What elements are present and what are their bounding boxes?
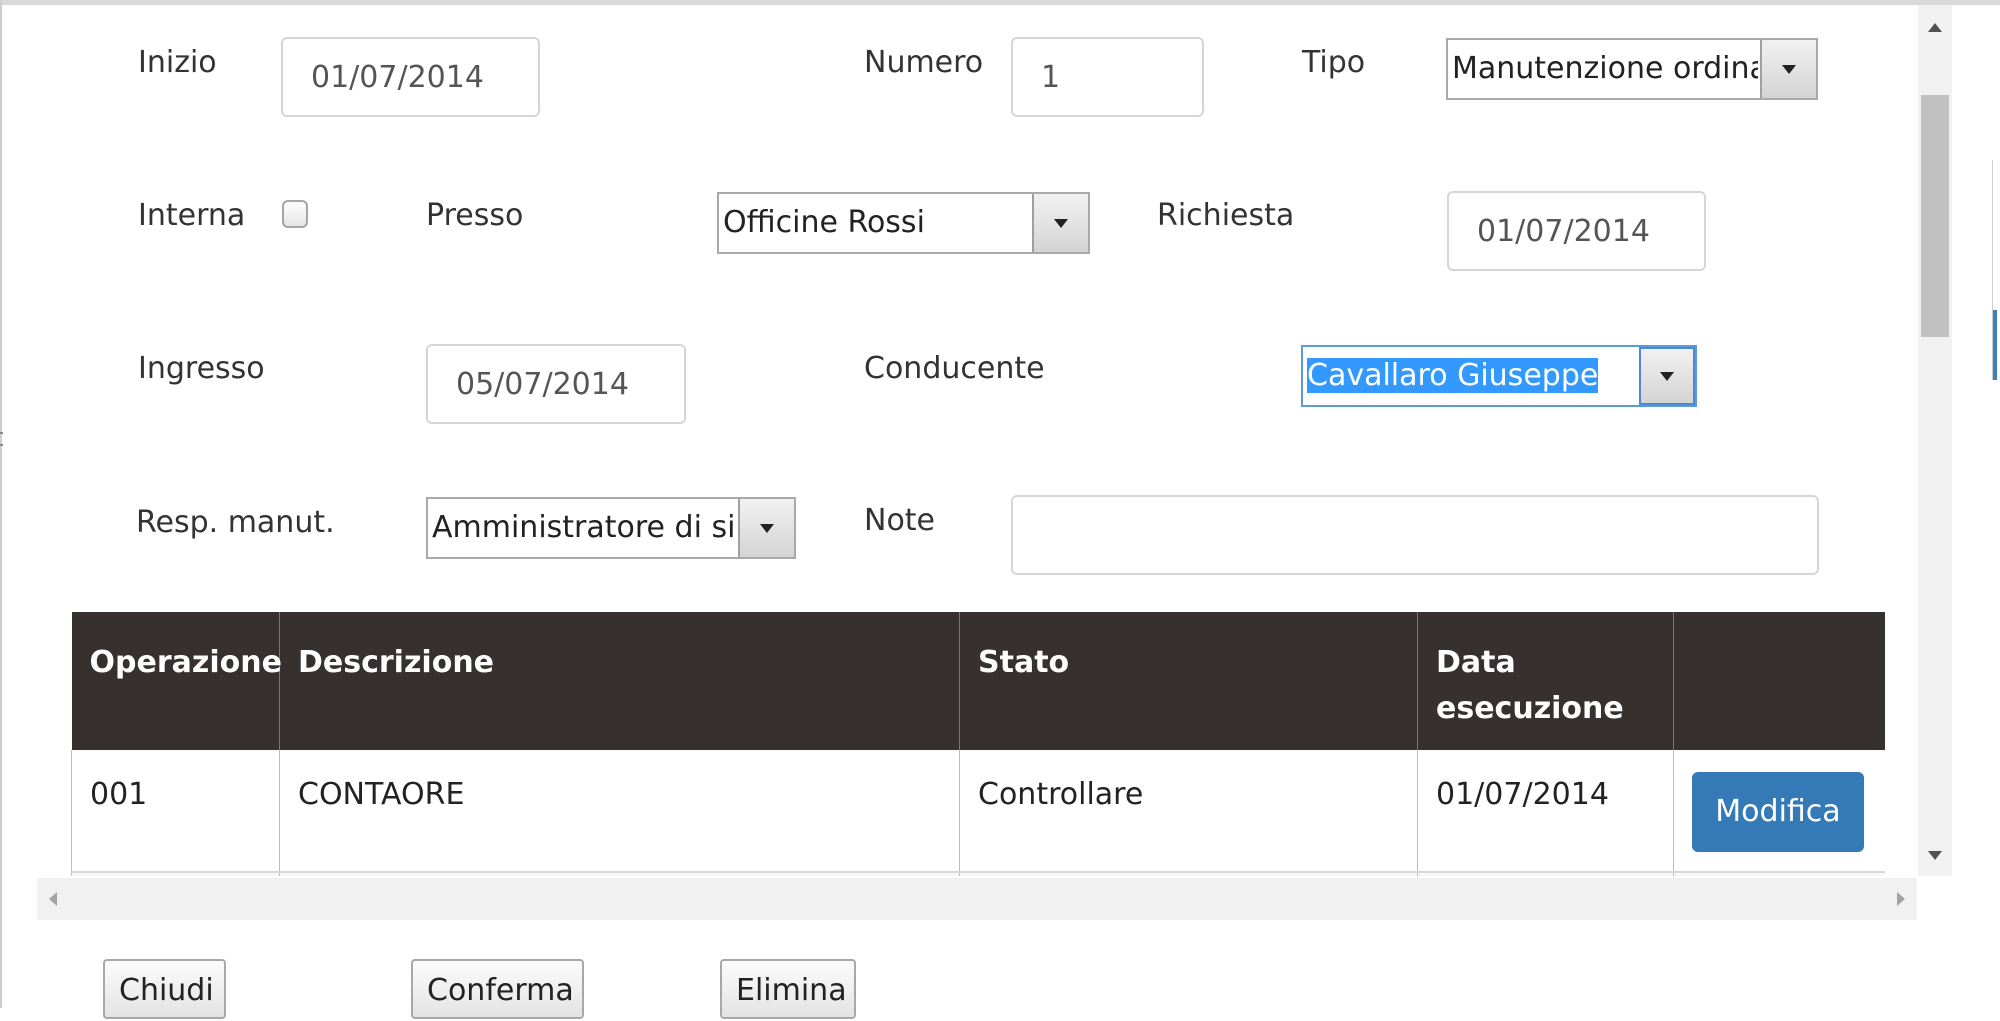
interna-label: Interna <box>138 198 246 233</box>
vertical-scrollbar[interactable] <box>1918 5 1952 876</box>
operations-table: Operazione Descrizione Stato Data esecuz… <box>71 612 1885 876</box>
richiesta-input[interactable]: 01/07/2014 <box>1447 191 1706 271</box>
table-row: 001 CONTAORE Controllare 01/07/2014 Modi… <box>71 750 1885 873</box>
ingresso-label: Ingresso <box>138 351 265 386</box>
ingresso-input[interactable]: 05/07/2014 <box>426 344 686 424</box>
conducente-dropdown-button[interactable] <box>1639 347 1695 405</box>
scrollbar-thumb[interactable] <box>1921 95 1949 337</box>
conducente-select-value: Cavallaro Giuseppe <box>1307 357 1637 395</box>
scroll-left-icon[interactable] <box>49 892 57 906</box>
background-accent <box>1993 310 1997 380</box>
tipo-dropdown-button[interactable] <box>1760 40 1816 98</box>
cell-operazione: 001 <box>71 750 280 873</box>
dropdown-arrow-icon <box>1660 372 1674 381</box>
column-header-operazione: Operazione <box>71 612 282 750</box>
column-header-actions <box>1673 612 1885 750</box>
scroll-right-icon[interactable] <box>1897 892 1905 906</box>
chiudi-button[interactable]: Chiudi <box>103 959 226 1019</box>
operations-table-container: Operazione Descrizione Stato Data esecuz… <box>71 612 1885 876</box>
presso-label: Presso <box>426 198 524 233</box>
cell-action: Modifica <box>1673 750 1885 873</box>
modifica-button[interactable]: Modifica <box>1692 772 1864 852</box>
numero-label: Numero <box>864 45 984 80</box>
richiesta-label: Richiesta <box>1157 198 1295 233</box>
resp-manut-dropdown-button[interactable] <box>738 499 794 557</box>
table-header-row: Operazione Descrizione Stato Data esecuz… <box>71 612 1885 750</box>
resp-manut-select[interactable]: Amministratore di siste <box>426 497 796 559</box>
resp-manut-label: Resp. manut. <box>136 505 335 540</box>
elimina-button[interactable]: Elimina <box>720 959 856 1019</box>
column-header-stato: Stato <box>959 612 1418 750</box>
window-left-border <box>0 0 2 1008</box>
conducente-select[interactable]: Cavallaro Giuseppe <box>1301 345 1697 407</box>
presso-dropdown-button[interactable] <box>1032 194 1088 252</box>
scroll-down-icon[interactable] <box>1928 851 1942 860</box>
inizio-input[interactable]: 01/07/2014 <box>281 37 540 117</box>
dropdown-arrow-icon <box>1782 65 1796 74</box>
conducente-selected-text: Cavallaro Giuseppe <box>1307 358 1599 393</box>
note-textarea[interactable] <box>1011 495 1819 575</box>
interna-checkbox[interactable] <box>282 200 308 228</box>
note-label: Note <box>864 503 936 538</box>
horizontal-scrollbar[interactable] <box>37 878 1917 920</box>
column-header-descrizione: Descrizione <box>279 612 960 750</box>
cell-descrizione: CONTAORE <box>279 750 960 873</box>
window-top-border <box>0 0 2000 5</box>
scroll-up-icon[interactable] <box>1928 23 1942 32</box>
column-header-data-esecuzione: Data esecuzione <box>1417 612 1674 750</box>
inizio-label: Inizio <box>138 45 217 80</box>
background-window-edge <box>1992 160 2000 380</box>
conferma-button[interactable]: Conferma <box>411 959 584 1019</box>
cell-data-esecuzione: 01/07/2014 <box>1417 750 1674 873</box>
table-row-partial <box>71 871 1885 876</box>
cell-stato: Controllare <box>959 750 1418 873</box>
dropdown-arrow-icon <box>1054 219 1068 228</box>
tipo-label: Tipo <box>1302 45 1366 80</box>
tipo-select[interactable]: Manutenzione ordinar <box>1446 38 1818 100</box>
dropdown-arrow-icon <box>760 524 774 533</box>
conducente-label: Conducente <box>864 351 1045 386</box>
presso-select-value: Officine Rossi <box>723 205 925 240</box>
tipo-select-value: Manutenzione ordinar <box>1452 51 1758 86</box>
numero-input[interactable]: 1 <box>1011 37 1204 117</box>
resp-manut-select-value: Amministratore di siste <box>432 510 734 545</box>
background-edge-mark <box>0 432 3 446</box>
presso-select[interactable]: Officine Rossi <box>717 192 1090 254</box>
